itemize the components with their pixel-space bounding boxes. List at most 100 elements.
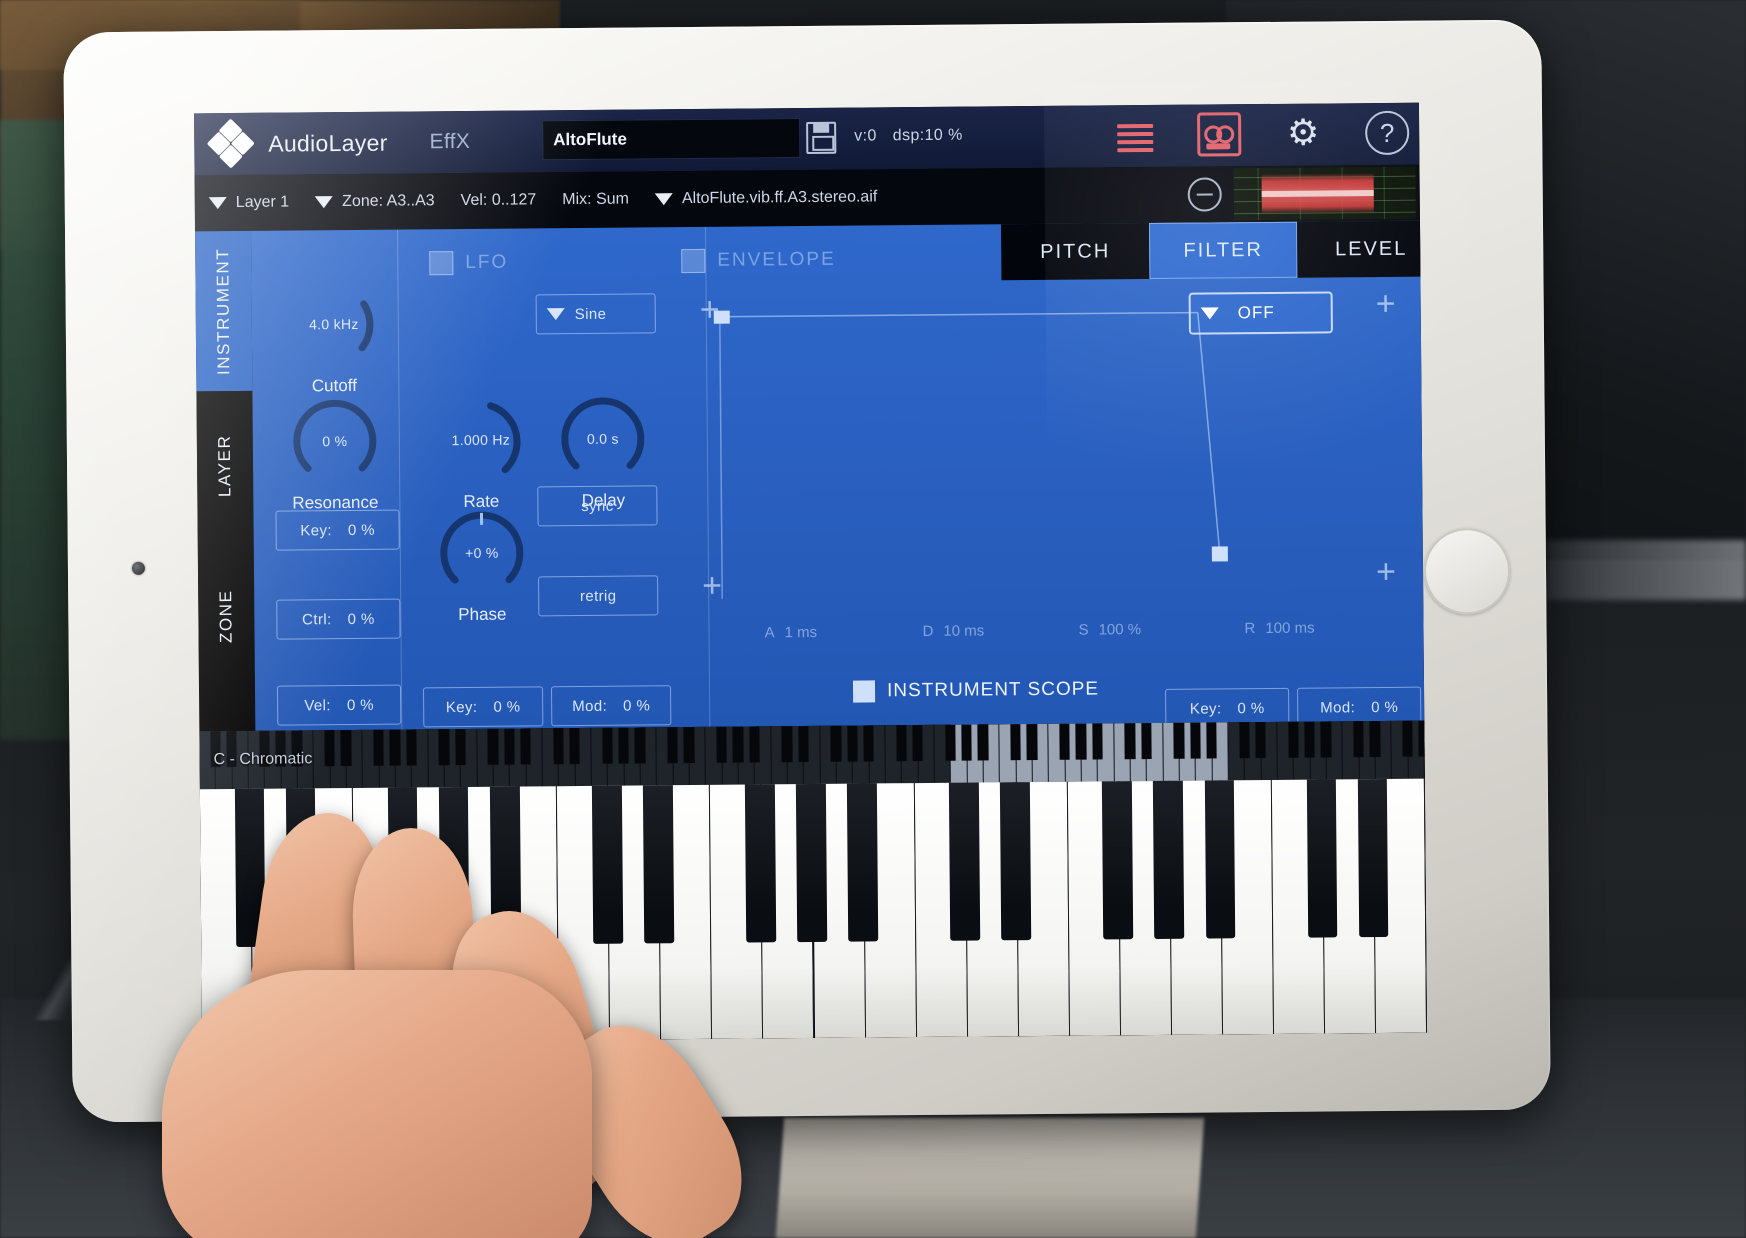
mini-key-black[interactable] — [667, 727, 678, 764]
mini-key-black[interactable] — [1206, 722, 1217, 759]
mini-key-black[interactable] — [912, 724, 923, 762]
mini-key-black[interactable] — [798, 725, 809, 763]
mini-key-black[interactable] — [438, 729, 450, 766]
mini-key-black[interactable] — [1320, 721, 1332, 758]
mini-key-black[interactable] — [781, 726, 793, 763]
envelope-plus-bottom-left-icon[interactable]: + — [702, 567, 722, 605]
mini-key-black[interactable] — [1255, 722, 1266, 759]
mini-key-black[interactable] — [1239, 722, 1250, 759]
mini-key-black[interactable] — [602, 727, 613, 764]
filter-key-button[interactable]: Key: 0 % — [275, 509, 400, 551]
mini-key-black[interactable] — [1092, 723, 1103, 760]
minus-circle-icon[interactable] — [1187, 177, 1222, 212]
piano-black-key[interactable] — [1306, 779, 1338, 938]
mini-key-black[interactable] — [945, 724, 956, 761]
sidebar-item-layer[interactable]: LAYER — [196, 390, 254, 542]
mini-key-black[interactable] — [455, 728, 466, 766]
sample-selector[interactable]: AltoFlute.vib.ff.A3.stereo.aif — [654, 188, 878, 208]
mini-key-black[interactable] — [406, 729, 417, 766]
mini-key-black[interactable] — [520, 728, 531, 765]
mini-key-black[interactable] — [340, 729, 352, 767]
preset-name-field[interactable]: AltoFlute — [542, 118, 801, 161]
lfo-sync-button[interactable]: sync — [537, 485, 658, 527]
piano-black-key[interactable] — [847, 783, 879, 942]
lfo-waveform-select[interactable]: Sine — [535, 293, 656, 335]
mini-key-black[interactable] — [977, 724, 989, 761]
mini-key-black[interactable] — [1075, 723, 1087, 760]
mini-key-black[interactable] — [1304, 721, 1315, 758]
mini-key-black[interactable] — [961, 724, 972, 761]
piano-black-key[interactable] — [1204, 780, 1236, 939]
mini-key-black[interactable] — [487, 728, 499, 765]
lfo-mod-button[interactable]: Mod: 0 % — [550, 685, 672, 727]
envelope-plus-bottom-right-icon[interactable]: + — [1376, 553, 1396, 591]
list-lines-icon[interactable] — [1113, 113, 1157, 157]
mini-key-black[interactable] — [863, 725, 874, 762]
mini-key-black[interactable] — [373, 729, 384, 766]
resonance-knob[interactable]: 0 % — [286, 395, 383, 492]
envelope-plus-top-right-icon[interactable]: + — [1376, 285, 1396, 323]
home-button[interactable] — [1423, 527, 1511, 615]
mini-key-black[interactable] — [553, 728, 564, 765]
mini-key-black[interactable] — [1173, 722, 1185, 759]
piano-black-key[interactable] — [1357, 778, 1389, 938]
rate-knob[interactable]: 1.000 Hz — [432, 393, 529, 490]
sidebar-item-instrument[interactable]: INSTRUMENT — [195, 230, 253, 392]
instrument-scope-toggle[interactable]: INSTRUMENT SCOPE — [852, 678, 1099, 703]
tab-filter[interactable]: FILTER — [1148, 221, 1298, 280]
mini-key-black[interactable] — [716, 726, 727, 763]
mini-key-black[interactable] — [732, 726, 744, 763]
piano-black-key[interactable] — [1102, 781, 1134, 940]
envelope-graph[interactable]: + + + + A 1 ms D 10 ms S 100 % R 100 ms — [700, 285, 1409, 699]
mini-key-black[interactable] — [1010, 724, 1021, 761]
keyboard-overview-strip[interactable]: C - Chromatic — [199, 720, 1428, 790]
piano-black-key[interactable] — [1000, 782, 1032, 941]
lfo-enable-checkbox[interactable] — [429, 251, 454, 276]
mini-key-black[interactable] — [1418, 720, 1428, 757]
piano-black-key[interactable] — [1153, 780, 1185, 939]
floppy-save-icon[interactable] — [806, 121, 837, 154]
envelope-plus-top-left-icon[interactable]: + — [700, 291, 720, 329]
zone-selector[interactable]: Zone: A3..A3 — [315, 192, 435, 211]
lfo-section-header[interactable]: LFO — [429, 251, 508, 276]
piano-black-key[interactable] — [949, 782, 981, 941]
mini-key-black[interactable] — [1059, 723, 1070, 760]
mini-key-black[interactable] — [847, 725, 858, 762]
tab-pitch[interactable]: PITCH — [1000, 223, 1150, 281]
delay-knob[interactable]: 0.0 s — [554, 392, 651, 489]
mini-key-black[interactable] — [504, 728, 515, 765]
mini-key-black[interactable] — [389, 729, 401, 766]
mini-key-black[interactable] — [830, 725, 842, 762]
piano-black-key[interactable] — [796, 783, 827, 943]
mini-key-black[interactable] — [1288, 721, 1299, 758]
phase-knob[interactable]: +0 % — [433, 506, 530, 603]
mini-key-black[interactable] — [1141, 723, 1152, 760]
mini-key-black[interactable] — [1124, 723, 1136, 760]
lfo-key-button[interactable]: Key: 0 % — [423, 686, 544, 728]
envelope-section-header[interactable]: ENVELOPE — [681, 248, 836, 274]
mini-key-black[interactable] — [1369, 721, 1381, 758]
tab-level[interactable]: LEVEL — [1296, 220, 1428, 278]
mini-key-black[interactable] — [683, 726, 695, 764]
mini-key-black[interactable] — [569, 727, 580, 765]
mini-key-black[interactable] — [324, 730, 335, 767]
keyboard-mini-map[interactable] — [199, 720, 1428, 790]
layer-selector[interactable]: Layer 1 — [208, 194, 290, 213]
recorder-icon[interactable] — [1197, 112, 1242, 157]
gear-icon[interactable]: ⚙ — [1281, 111, 1325, 155]
mini-key-black[interactable] — [1026, 723, 1038, 761]
mini-key-black[interactable] — [634, 727, 646, 764]
filter-ctrl-button[interactable]: Ctrl: 0 % — [276, 598, 401, 640]
mini-key-black[interactable] — [749, 726, 760, 763]
mini-key-black[interactable] — [1353, 721, 1364, 758]
cutoff-knob[interactable]: 4.0 kHz — [285, 278, 382, 375]
envelope-enable-checkbox[interactable] — [681, 248, 706, 274]
help-question-icon[interactable]: ? — [1365, 110, 1410, 156]
filter-vel-button[interactable]: Vel: 0 % — [276, 684, 402, 726]
lfo-retrig-button[interactable]: retrig — [538, 575, 659, 617]
instrument-scope-checkbox[interactable] — [852, 680, 876, 703]
mini-key-black[interactable] — [1190, 722, 1201, 759]
mini-key-black[interactable] — [896, 725, 907, 762]
sidebar-item-zone[interactable]: ZONE — [197, 540, 256, 692]
effx-button[interactable]: EffX — [429, 130, 470, 154]
